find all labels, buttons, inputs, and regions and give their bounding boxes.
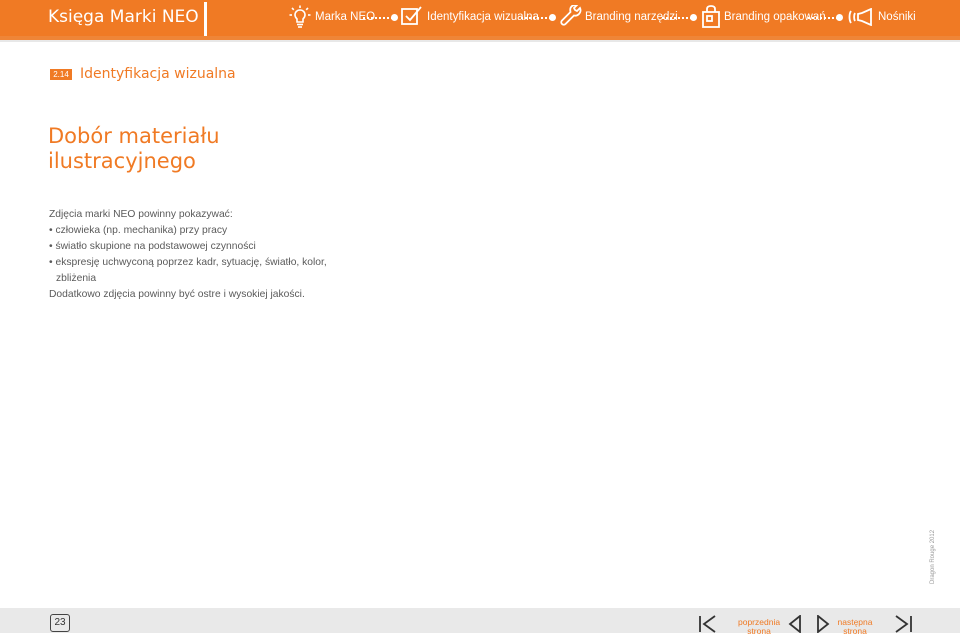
nav-connector	[808, 17, 838, 19]
lightbulb-icon[interactable]	[289, 5, 311, 34]
shopping-bag-icon[interactable]	[701, 5, 721, 34]
section-number-badge: 2.14	[50, 69, 72, 80]
bullet-item-continuation: zbliżenia	[56, 273, 97, 284]
body-outro: Dodatkowo zdjęcia powinny być ostre i wy…	[49, 289, 305, 300]
section-title: Identyfikacja wizualna	[80, 66, 236, 82]
brand-book-title[interactable]: Księga Marki NEO	[48, 7, 199, 27]
vertical-credit: Dragon Rouge 2012	[930, 529, 936, 584]
page-heading-line-2: ilustracyjnego	[48, 149, 196, 173]
nav-connector-dot	[391, 14, 398, 21]
page-heading-line-1: Dobór materiału	[48, 124, 220, 148]
page-heading: Dobór materiału ilustracyjnego	[48, 124, 220, 174]
bullet-item: • ekspresję uchwyconą poprzez kadr, sytu…	[49, 257, 327, 268]
page-number: 23	[50, 614, 70, 632]
nav-connector	[662, 17, 692, 19]
nav-connector-dot	[690, 14, 697, 21]
next-arrow-icon[interactable]	[815, 614, 831, 638]
checkbox-pencil-icon[interactable]	[400, 4, 424, 33]
body-intro: Zdjęcia marki NEO powinny pokazywać:	[49, 209, 233, 220]
megaphone-icon[interactable]	[847, 7, 873, 31]
bullet-item: • światło skupione na podstawowej czynno…	[49, 241, 256, 252]
header-underline	[0, 36, 960, 42]
nav-connector-dot	[549, 14, 556, 21]
first-page-icon[interactable]	[698, 615, 718, 638]
body-text: Zdjęcia marki NEO powinny pokazywać: • c…	[49, 207, 327, 303]
last-page-icon[interactable]	[893, 615, 913, 638]
nav-connector	[521, 17, 551, 19]
bullet-item: • człowieka (np. mechanika) przy pracy	[49, 225, 228, 236]
wrench-icon[interactable]	[560, 3, 582, 32]
nav-item-nosniki[interactable]: Nośniki	[878, 11, 916, 23]
previous-page-link[interactable]: poprzednia strona	[738, 618, 780, 636]
next-page-label-2: strona	[843, 626, 867, 636]
header-divider	[204, 2, 207, 36]
nav-connector	[363, 17, 393, 19]
previous-arrow-icon[interactable]	[787, 614, 803, 638]
previous-page-label-2: strona	[747, 626, 771, 636]
next-page-link[interactable]: następna strona	[835, 618, 875, 636]
nav-connector-dot	[836, 14, 843, 21]
